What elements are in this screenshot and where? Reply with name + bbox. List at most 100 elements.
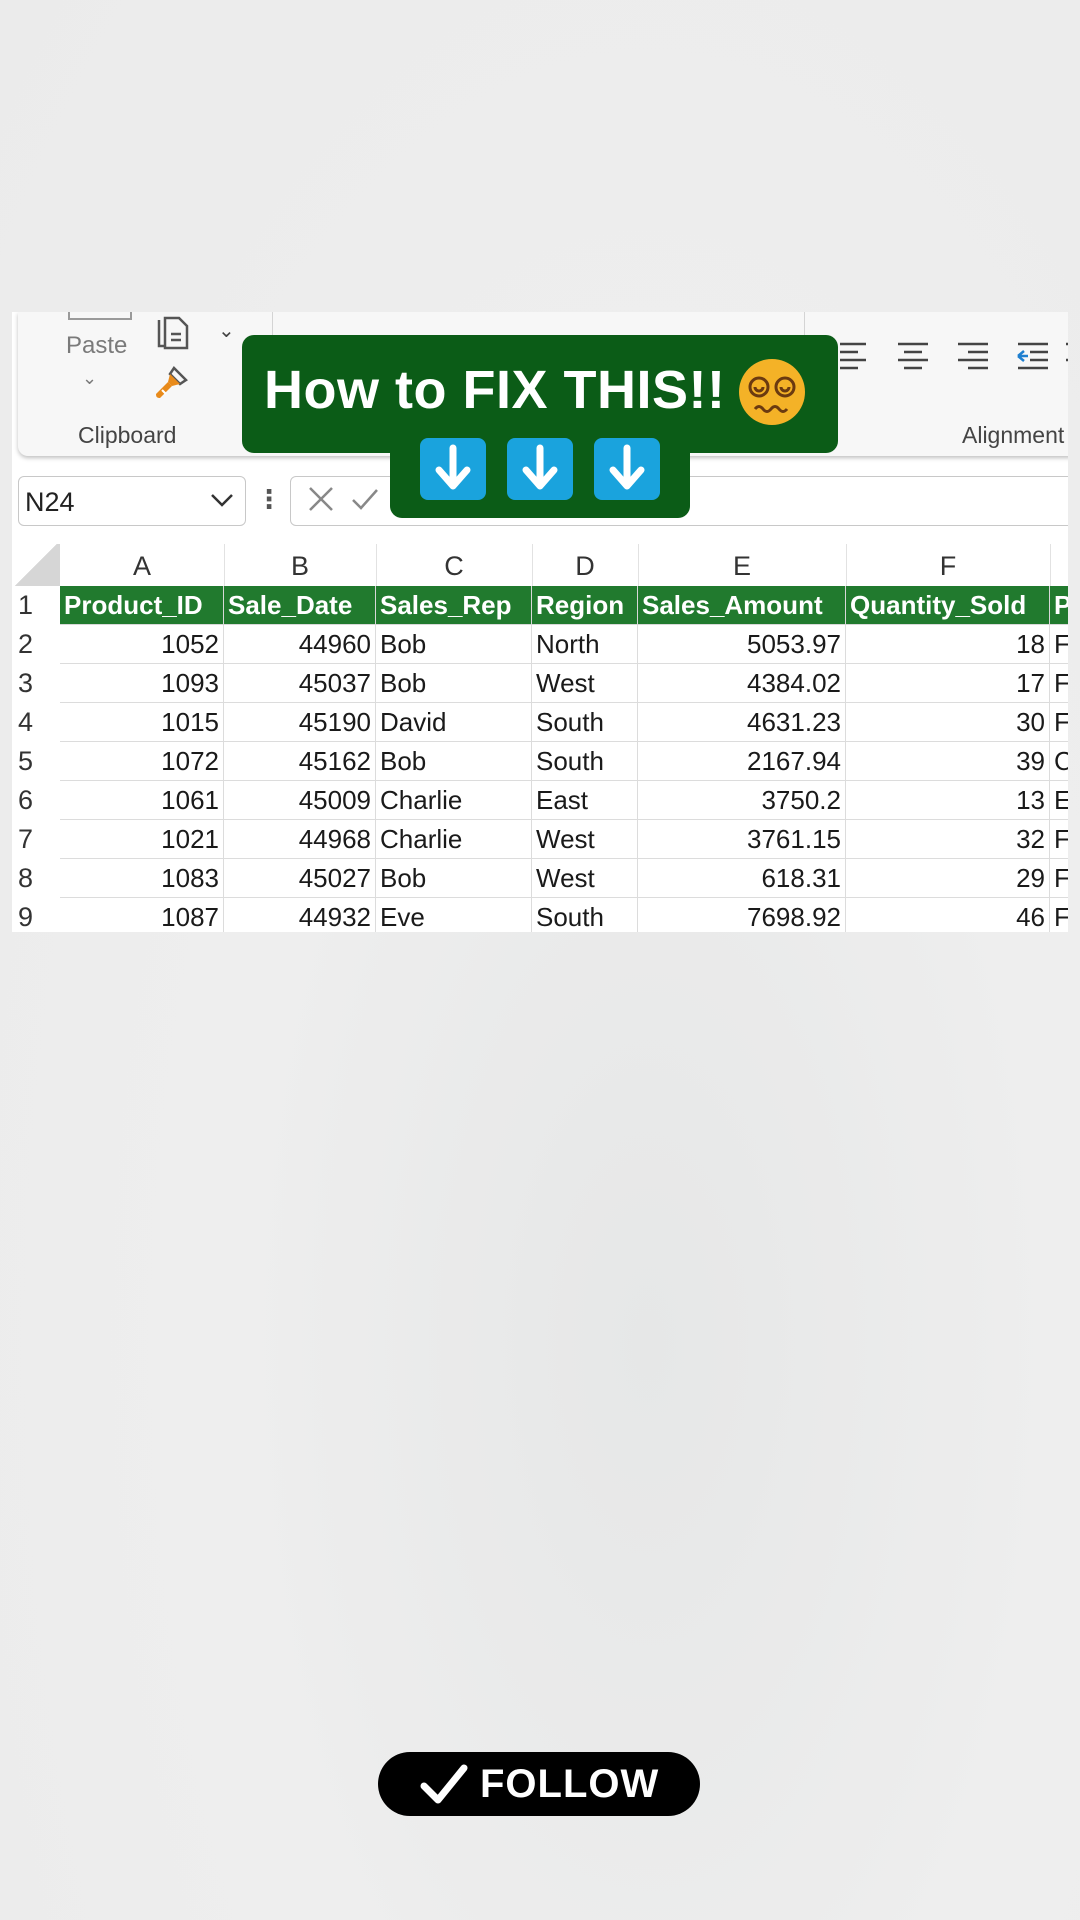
row-number[interactable]: 6	[12, 781, 60, 820]
header-cell-quantity-sold[interactable]: Quantity_Sold	[846, 586, 1050, 625]
table-cell[interactable]: 1072	[60, 742, 224, 781]
table-cell[interactable]: 44932	[224, 898, 376, 932]
header-row: 1 Product_ID Sale_Date Sales_Rep Region …	[12, 586, 1068, 625]
header-cell-sales-rep[interactable]: Sales_Rep	[376, 586, 532, 625]
table-row: 7102144968CharlieWest3761.1532F	[12, 820, 1068, 859]
table-cell[interactable]: West	[532, 664, 638, 703]
header-cell-sales-amount[interactable]: Sales_Amount	[638, 586, 846, 625]
table-cell[interactable]: South	[532, 703, 638, 742]
table-cell[interactable]: 18	[846, 625, 1050, 664]
alignment-group-label: Alignment	[962, 422, 1065, 448]
table-cell[interactable]: F	[1050, 820, 1068, 859]
table-cell[interactable]: Charlie	[376, 820, 532, 859]
table-cell[interactable]: Bob	[376, 859, 532, 898]
table-cell[interactable]: West	[532, 859, 638, 898]
arrow-strip	[390, 438, 690, 518]
header-cell-product-id[interactable]: Product_ID	[60, 586, 224, 625]
paste-dropdown-icon[interactable]: ⌄	[82, 368, 97, 389]
table-cell[interactable]: 3750.2	[638, 781, 846, 820]
table-cell[interactable]: 1093	[60, 664, 224, 703]
table-cell[interactable]: North	[532, 625, 638, 664]
table-cell[interactable]: C	[1050, 742, 1068, 781]
table-row: 4101545190DavidSouth4631.2330F	[12, 703, 1068, 742]
table-cell[interactable]: 4384.02	[638, 664, 846, 703]
table-cell[interactable]: 45190	[224, 703, 376, 742]
table-cell[interactable]: F	[1050, 664, 1068, 703]
table-cell[interactable]: David	[376, 703, 532, 742]
follow-label: FOLLOW	[480, 1762, 660, 1806]
cancel-icon[interactable]	[306, 484, 336, 514]
chevron-down-icon[interactable]	[209, 489, 235, 511]
table-cell[interactable]: 1052	[60, 625, 224, 664]
table-cell[interactable]: Eve	[376, 898, 532, 932]
enter-check-icon[interactable]	[350, 486, 380, 512]
column-header-f[interactable]: F	[846, 544, 1051, 586]
clipboard-group-label: Clipboard	[78, 422, 177, 448]
table-cell[interactable]: 1083	[60, 859, 224, 898]
table-cell[interactable]: 45162	[224, 742, 376, 781]
table-cell[interactable]: Bob	[376, 625, 532, 664]
follow-button[interactable]: FOLLOW	[378, 1752, 700, 1816]
select-all-corner[interactable]	[12, 544, 60, 586]
row-number[interactable]: 2	[12, 625, 60, 664]
table-row: 6106145009CharlieEast3750.213E	[12, 781, 1068, 820]
table-cell[interactable]: 44968	[224, 820, 376, 859]
row-number[interactable]: 5	[12, 742, 60, 781]
table-cell[interactable]: 3761.15	[638, 820, 846, 859]
table-cell[interactable]: 1021	[60, 820, 224, 859]
table-cell[interactable]: F	[1050, 703, 1068, 742]
table-cell[interactable]: 618.31	[638, 859, 846, 898]
table-cell[interactable]: 45009	[224, 781, 376, 820]
name-box[interactable]: N24	[18, 476, 246, 526]
table-cell[interactable]: 29	[846, 859, 1050, 898]
table-cell[interactable]: F	[1050, 625, 1068, 664]
table-cell[interactable]: 13	[846, 781, 1050, 820]
table-cell[interactable]: 17	[846, 664, 1050, 703]
header-cell-region[interactable]: Region	[532, 586, 638, 625]
row-number[interactable]: 1	[12, 586, 60, 625]
table-cell[interactable]: 44960	[224, 625, 376, 664]
table-cell[interactable]: 7698.92	[638, 898, 846, 932]
row-number[interactable]: 4	[12, 703, 60, 742]
header-cell-sale-date[interactable]: Sale_Date	[224, 586, 376, 625]
table-cell[interactable]: 32	[846, 820, 1050, 859]
table-cell[interactable]: 1087	[60, 898, 224, 932]
paste-button[interactable]: Paste	[66, 332, 127, 360]
row-number[interactable]: 3	[12, 664, 60, 703]
column-header-e[interactable]: E	[638, 544, 847, 586]
table-cell[interactable]: 1015	[60, 703, 224, 742]
table-cell[interactable]: 39	[846, 742, 1050, 781]
table-cell[interactable]: 5053.97	[638, 625, 846, 664]
table-cell[interactable]: West	[532, 820, 638, 859]
column-header-a[interactable]: A	[60, 544, 225, 586]
copy-icon[interactable]	[153, 314, 193, 352]
row-number[interactable]: 9	[12, 898, 60, 932]
table-cell[interactable]: E	[1050, 781, 1068, 820]
table-cell[interactable]: 2167.94	[638, 742, 846, 781]
row-number[interactable]: 8	[12, 859, 60, 898]
row-number[interactable]: 7	[12, 820, 60, 859]
table-cell[interactable]: Bob	[376, 664, 532, 703]
table-cell[interactable]: 45027	[224, 859, 376, 898]
more-options-icon[interactable]: ⋮	[256, 484, 282, 515]
table-cell[interactable]: Bob	[376, 742, 532, 781]
copy-dropdown-icon[interactable]: ⌄	[218, 318, 235, 343]
dizzy-face-icon	[739, 359, 805, 425]
table-cell[interactable]: 45037	[224, 664, 376, 703]
format-painter-icon[interactable]	[152, 362, 192, 402]
table-cell[interactable]: East	[532, 781, 638, 820]
table-cell[interactable]: F	[1050, 898, 1068, 932]
table-cell[interactable]: Charlie	[376, 781, 532, 820]
column-header-d[interactable]: D	[532, 544, 639, 586]
column-header-c[interactable]: C	[376, 544, 533, 586]
table-cell[interactable]: South	[532, 898, 638, 932]
table-cell[interactable]: South	[532, 742, 638, 781]
column-header-b[interactable]: B	[224, 544, 377, 586]
table-cell[interactable]: 1061	[60, 781, 224, 820]
table-cell[interactable]: 46	[846, 898, 1050, 932]
paste-icon[interactable]	[68, 312, 132, 320]
table-cell[interactable]: 4631.23	[638, 703, 846, 742]
header-cell-truncated[interactable]: P	[1050, 586, 1068, 625]
table-cell[interactable]: 30	[846, 703, 1050, 742]
table-cell[interactable]: F	[1050, 859, 1068, 898]
